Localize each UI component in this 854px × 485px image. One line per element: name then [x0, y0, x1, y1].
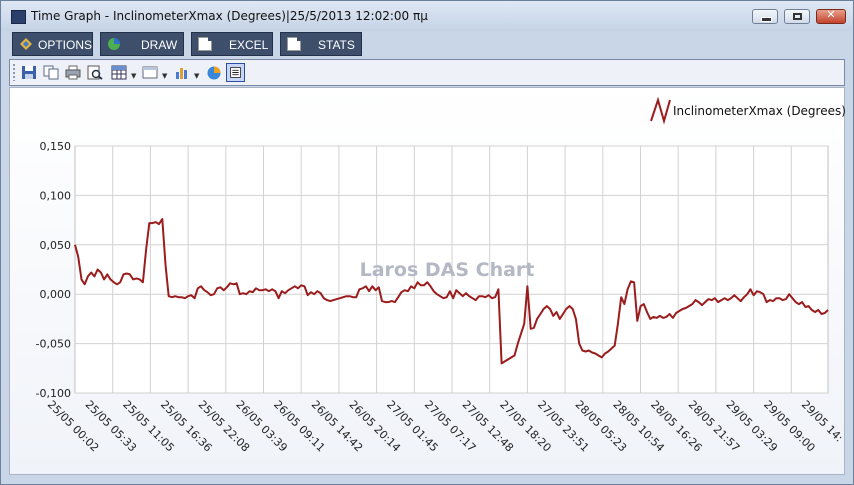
y-axis-ticks: 0,1500,1000,0500,000-0,050-0,100: [36, 140, 71, 400]
bar-chart-icon[interactable]: [174, 65, 190, 80]
grid-icon[interactable]: [111, 65, 127, 80]
excel-button[interactable]: EXCEL: [191, 32, 273, 56]
stats-button[interactable]: STATS: [280, 32, 362, 56]
y-tick-label: 0,000: [40, 288, 72, 301]
options-button[interactable]: OPTIONS: [12, 32, 93, 56]
title-bar[interactable]: Time Graph - InclinometerXmax (Degrees)|…: [1, 1, 853, 31]
y-tick-label: 0,050: [40, 239, 72, 252]
x-axis-ticks: 25/05 00:0225/05 05:3325/05 11:0525/05 1…: [45, 398, 846, 455]
stats-doc-icon: [287, 37, 301, 51]
bar-chart-dropdown-icon[interactable]: ▼: [194, 72, 199, 80]
legend-swatch: [650, 96, 671, 125]
time-graph-chart: Laros DAS Chart 0,150 0,100 0,050 0,000 -0,0…: [36, 96, 846, 455]
legend-label: InclinometerXmax (Degrees): [673, 104, 846, 118]
window-dropdown-icon[interactable]: ▼: [162, 72, 167, 80]
stats-label: STATS: [318, 38, 355, 52]
print-preview-icon[interactable]: [87, 65, 103, 80]
close-icon: ✕: [826, 8, 836, 21]
save-icon[interactable]: [21, 65, 37, 80]
toolbar-grip[interactable]: [13, 64, 15, 81]
chart-toolbar: ▼ ▼ ▼: [9, 59, 845, 86]
app-window: Time Graph - InclinometerXmax (Degrees)|…: [0, 0, 854, 485]
draw-label: DRAW: [141, 38, 178, 52]
window-icon[interactable]: [142, 65, 158, 80]
pie-chart-icon[interactable]: [206, 65, 222, 80]
excel-label: EXCEL: [229, 38, 269, 52]
draw-button[interactable]: DRAW: [100, 32, 184, 56]
y-tick-label: -0,050: [36, 338, 71, 351]
draw-icon: [108, 38, 120, 50]
options-icon: [20, 38, 32, 50]
excel-doc-icon: [198, 37, 212, 51]
close-button[interactable]: ✕: [816, 8, 846, 24]
minimize-button[interactable]: [752, 9, 778, 24]
chart-watermark: Laros DAS Chart: [360, 259, 535, 281]
minimize-icon: [761, 17, 772, 22]
copy-icon[interactable]: [43, 65, 59, 80]
y-tick-label: 0,100: [40, 189, 72, 202]
app-icon: [11, 10, 26, 24]
grid-dropdown-icon[interactable]: ▼: [131, 72, 136, 80]
chart-legend[interactable]: InclinometerXmax (Degrees): [650, 96, 846, 125]
maximize-button[interactable]: [784, 9, 810, 24]
legend-icon[interactable]: [226, 63, 245, 82]
chart-panel: Laros DAS Chart 0,150 0,100 0,050 0,000 -0,0…: [9, 87, 846, 475]
maximize-icon: [793, 13, 802, 20]
options-label: OPTIONS: [38, 38, 93, 52]
window-title: Time Graph - InclinometerXmax (Degrees)|…: [31, 9, 428, 23]
print-icon[interactable]: [65, 65, 81, 80]
y-tick-label: 0,150: [40, 140, 72, 153]
